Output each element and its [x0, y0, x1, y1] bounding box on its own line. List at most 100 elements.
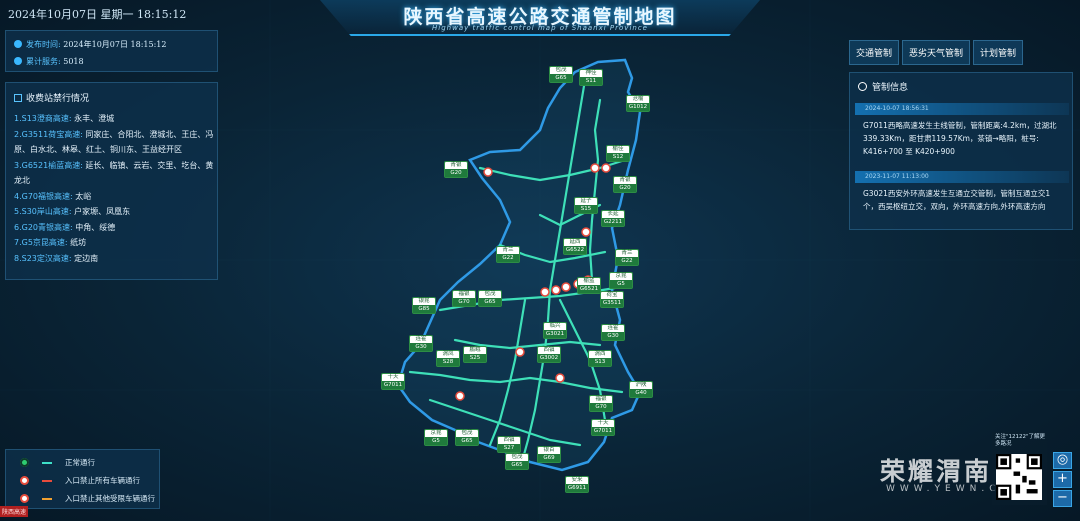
badge-code: G65 [456, 437, 478, 445]
zoom-out-button[interactable]: − [1053, 490, 1072, 507]
closure-stations: 定边南 [71, 253, 99, 263]
badge-code: S15 [575, 205, 597, 213]
highway-badge[interactable]: 荷宝 G3511 [600, 291, 624, 308]
publish-time-row: 发布时间: 2024年10月07日 18:15:12 [14, 39, 166, 50]
highway-badge[interactable]: 十天 G7011 [591, 419, 615, 436]
closure-item: 1.S13澄商高速: 永丰、澄城 [14, 111, 214, 127]
control-event[interactable]: 2024-10-07 18:56:31 G7011西略高速发生主线管制，管制距离… [855, 103, 1069, 162]
badge-name: 荷宝 [606, 292, 618, 298]
event-time: 2024-10-07 18:56:31 [855, 103, 1069, 115]
highway-badge[interactable]: 包茂 G65 [478, 290, 502, 307]
badge-code: S25 [464, 354, 486, 362]
tab-weather-control[interactable]: 恶劣天气管制 [902, 40, 971, 65]
highway-badge[interactable]: 连霍 G30 [409, 335, 433, 352]
highway-badge[interactable]: 青银 G20 [444, 161, 468, 178]
highway-badge[interactable]: 包茂 G65 [455, 429, 479, 446]
publish-time-label: 发布时间: [26, 40, 61, 49]
badge-code: G6911 [566, 484, 588, 492]
closure-road: 4.G70福银高速: [14, 191, 73, 201]
highway-badge[interactable]: 京昆 G5 [424, 429, 448, 446]
highway-badge[interactable]: 青兰 G22 [615, 249, 639, 266]
badge-name: 临兴 [549, 323, 561, 329]
badge-name: 十天 [597, 420, 609, 426]
badge-code: G22 [616, 257, 638, 265]
badge-name: 延子 [580, 198, 592, 204]
badge-code: G40 [630, 389, 652, 397]
highway-badge[interactable]: 西镇 G3002 [537, 346, 561, 363]
highway-badge[interactable]: 银百 G69 [537, 446, 561, 463]
badge-name: 西镇 [503, 437, 515, 443]
closure-stations: 纸坊 [67, 238, 87, 247]
badge-name: 渭凤 [442, 351, 454, 357]
highway-badge[interactable]: 青兰 G22 [496, 246, 520, 263]
highway-badge[interactable]: 十天 G7011 [381, 373, 405, 390]
highway-badge[interactable]: 渭凤 S28 [436, 350, 460, 367]
highway-badge[interactable]: 银昆 G85 [412, 297, 436, 314]
badge-name: 青银 [619, 177, 631, 183]
highway-badge[interactable]: 榆佳 S12 [606, 145, 630, 162]
legend-label: 正常通行 [65, 458, 95, 467]
legend-label: 入口禁止其他受限车辆通行 [65, 494, 155, 503]
highway-badge[interactable]: 连霍 G30 [601, 324, 625, 341]
badge-code: G30 [410, 343, 432, 351]
badge-name: 沪陕 [635, 382, 647, 388]
highway-badge[interactable]: 包茂 G65 [505, 453, 529, 470]
closure-road: 7.G5京昆高速: [14, 238, 68, 247]
badge-name: 包茂 [511, 454, 523, 460]
highway-badge[interactable]: 福银 G70 [452, 290, 476, 307]
badge-name: 青兰 [621, 250, 633, 256]
badge-name: 银百 [543, 447, 555, 453]
badge-code: G65 [550, 74, 572, 82]
highway-badge[interactable]: 延子 S15 [574, 197, 598, 214]
no-entry-icon [858, 82, 867, 91]
highway-badge[interactable]: 临兴 G3021 [543, 322, 567, 339]
badge-name: 连霍 [415, 336, 427, 342]
badge-code: G5 [610, 280, 632, 288]
highway-badge[interactable]: 西镇 S27 [497, 436, 521, 453]
highway-badge[interactable]: 鹏峨 S25 [463, 346, 487, 363]
badge-code: G2211 [602, 218, 624, 226]
highway-badge[interactable]: 榆蓝 G6521 [577, 277, 601, 294]
normal-line-swatch [42, 462, 52, 464]
highway-badge[interactable]: 沧榆 G1012 [626, 95, 650, 112]
closure-road: 6.G20青银高速: [14, 222, 73, 232]
control-event[interactable]: 2023-11-07 11:13:00 G3021西安外环高速发生互通立交管制，… [855, 171, 1069, 217]
map-legend: 正常通行 入口禁止所有车辆通行 入口禁止其他受限车辆通行 [5, 449, 160, 509]
highway-badge[interactable]: 福银 G70 [589, 395, 613, 412]
tab-traffic-control[interactable]: 交通管制 [849, 40, 900, 65]
badge-name: 银昆 [418, 298, 430, 304]
control-tabs: 交通管制 恶劣天气管制 计划管制 [849, 40, 1024, 65]
qr-panel: 关注"12122"了解更多路况 [992, 432, 1047, 505]
publish-time-value: 2024年10月07日 18:15:12 [63, 40, 167, 49]
closure-title-text: 收费站禁行情况 [26, 94, 90, 104]
locate-button[interactable]: ◎ [1053, 452, 1072, 469]
closure-stations: 太峪 [72, 191, 92, 201]
badge-code: G70 [453, 298, 475, 306]
highway-badge[interactable]: 沪陕 G40 [629, 381, 653, 398]
badge-code: S13 [589, 358, 611, 366]
highway-badge[interactable]: 青银 G20 [613, 176, 637, 193]
list-icon [14, 94, 22, 102]
closure-item: 4.G70福银高速: 太峪 [14, 189, 214, 205]
highway-badge[interactable]: 京昆 G5 [609, 272, 633, 289]
closure-road: 3.G6521榆蓝高速: [14, 160, 83, 170]
badge-code: G30 [602, 332, 624, 340]
highway-badge[interactable]: 延西 G6522 [563, 238, 587, 255]
control-title-text: 管制信息 [872, 83, 909, 93]
zoom-in-button[interactable]: + [1053, 471, 1072, 488]
highway-badge[interactable]: 神佳 S11 [579, 69, 603, 86]
badge-code: S11 [580, 77, 602, 85]
badge-code: G69 [538, 454, 560, 462]
current-datetime: 2024年10月07日 星期一 18:15:12 [8, 8, 187, 21]
highway-badge[interactable]: 包茂 G65 [549, 66, 573, 83]
control-info-title: 管制信息 [858, 80, 908, 93]
badge-name: 包茂 [461, 430, 473, 436]
closure-road: 1.S13澄商高速: [14, 114, 72, 123]
highway-badge[interactable]: 长延 G2211 [601, 210, 625, 227]
highway-badge[interactable]: 安来 G6911 [565, 476, 589, 493]
tab-planned-control[interactable]: 计划管制 [973, 40, 1024, 65]
badge-code: G3511 [601, 299, 623, 307]
badge-code: S28 [437, 358, 459, 366]
highway-badge[interactable]: 渭西 S13 [588, 350, 612, 367]
badge-code: G70 [590, 403, 612, 411]
